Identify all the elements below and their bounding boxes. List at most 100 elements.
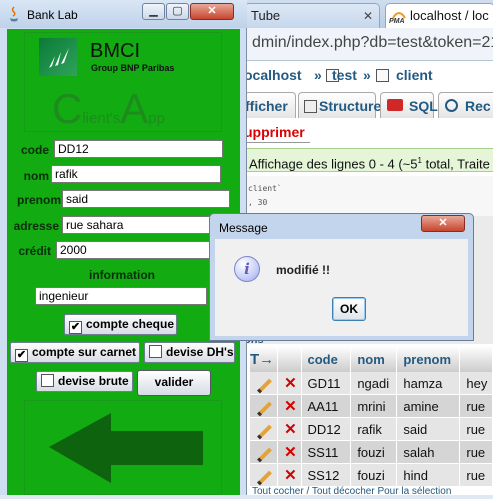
minimize-button[interactable]: ▁ <box>142 3 165 20</box>
results-table: T→ code nom prenom ✕ GD11 ngadi hamza hey ✕ AA… <box>250 346 493 487</box>
logo-box: BMCI Group BNP Paribas Client'sApp <box>24 32 222 132</box>
checkbox-checked-icon: ✔ <box>69 321 82 334</box>
compte-sur-carnet-checkbox[interactable]: ✔ compte sur carnet <box>10 342 140 363</box>
column-header-extra[interactable] <box>459 346 493 372</box>
cell-extra: rue <box>459 440 493 464</box>
checkbox-unchecked-icon <box>149 345 162 358</box>
tab-close-icon[interactable]: ✕ <box>363 4 373 28</box>
edit-cell[interactable] <box>250 417 279 441</box>
cell-nom: fouzi <box>350 440 398 464</box>
valider-button[interactable]: valider <box>137 370 211 396</box>
tab-afficher[interactable]: fficher <box>244 92 296 118</box>
code-field[interactable]: DD12 <box>54 140 223 158</box>
delete-icon[interactable]: ✕ <box>284 444 297 461</box>
cell-nom: fouzi <box>350 463 398 487</box>
breadcrumb-separator: » <box>314 67 322 83</box>
adresse-field[interactable]: rue sahara <box>62 216 229 234</box>
edit-cell[interactable] <box>250 463 279 487</box>
wordmark-c: C <box>52 85 83 132</box>
search-icon <box>445 99 458 112</box>
table-header-row: T→ code nom prenom <box>250 346 493 372</box>
devise-brute-checkbox[interactable]: devise brute <box>36 371 133 392</box>
prenom-field[interactable]: said <box>62 190 230 208</box>
window-title: Bank Lab <box>27 8 78 22</box>
bank-form-panel: BMCI Group BNP Paribas Client'sApp code … <box>7 29 240 495</box>
breadcrumb-server[interactable]: ocalhost <box>244 67 302 83</box>
sql-line: , 30 <box>248 198 268 207</box>
pencil-icon[interactable] <box>257 470 272 485</box>
compte-cheque-checkbox[interactable]: ✔ compte cheque <box>64 314 177 335</box>
delete-cell[interactable]: ✕ <box>277 440 302 464</box>
column-header-prenom[interactable]: prenom <box>396 346 461 372</box>
close-button[interactable]: ✕ <box>190 3 234 20</box>
information-field[interactable]: ingenieur <box>35 287 207 305</box>
tab-structure[interactable]: Structure <box>298 92 381 118</box>
maximize-button[interactable]: ▢ <box>166 3 189 20</box>
cell-prenom: hamza <box>396 372 461 395</box>
delete-icon[interactable]: ✕ <box>284 467 297 484</box>
sql-query-box: client` , 30 <box>244 176 493 216</box>
stars-icon <box>49 48 69 68</box>
delete-icon[interactable]: ✕ <box>284 375 297 392</box>
delete-cell[interactable]: ✕ <box>277 372 302 395</box>
ok-button[interactable]: OK <box>332 297 366 321</box>
nom-field[interactable]: rafik <box>51 165 221 183</box>
prenom-label: prenom <box>16 193 61 207</box>
blank-header <box>277 346 302 372</box>
back-arrow-button[interactable] <box>24 400 222 495</box>
devise-dh-checkbox[interactable]: devise DH's <box>144 342 235 363</box>
cell-prenom: salah <box>396 440 461 464</box>
tab-sql[interactable]: SQL <box>380 92 438 118</box>
cell-extra: rue <box>459 417 493 441</box>
information-label: information <box>89 268 155 282</box>
table-icon <box>376 69 389 82</box>
rows-info-message: Affichage des lignes 0 - 4 (~51 total, T… <box>244 148 493 172</box>
check-all-links[interactable]: Tout cocher / Tout décocher Pour la séle… <box>252 486 451 497</box>
wordmark-lient: lient's <box>82 110 121 127</box>
sql-icon <box>387 99 403 111</box>
delete-cell[interactable]: ✕ <box>277 394 302 418</box>
browser-tab-phpmyadmin[interactable]: PMA localhost / loc <box>385 3 493 28</box>
cell-nom: mrini <box>350 394 398 418</box>
breadcrumb-database[interactable]: test <box>332 67 357 83</box>
checkbox-unchecked-icon <box>41 374 54 387</box>
table-row: ✕ SS12 fouzi hind rue <box>250 463 493 487</box>
pencil-icon[interactable] <box>257 401 272 416</box>
adresse-label: adresse <box>13 219 59 233</box>
cell-code: SS11 <box>301 440 352 464</box>
dialog-close-button[interactable]: ✕ <box>421 215 465 232</box>
delete-cell[interactable]: ✕ <box>277 417 302 441</box>
cell-nom: ngadi <box>350 372 398 395</box>
credit-field[interactable]: 2000 <box>56 241 224 259</box>
pma-tab-bar: fficher Structure SQL Rec <box>244 92 493 120</box>
pencil-icon[interactable] <box>257 378 272 393</box>
url-text[interactable]: dmin/index.php?db=test&token=21 <box>252 34 493 52</box>
checkbox-label: compte cheque <box>86 317 175 331</box>
delete-cell[interactable]: ✕ <box>277 463 302 487</box>
delete-icon[interactable]: ✕ <box>284 398 297 415</box>
supprimer-link[interactable]: upprimer <box>244 124 310 143</box>
cell-prenom: said <box>396 417 461 441</box>
checkbox-label: devise DH's <box>166 345 234 359</box>
delete-icon[interactable]: ✕ <box>284 421 297 438</box>
breadcrumb-table[interactable]: client <box>396 67 433 83</box>
dialog-title: Message <box>219 221 268 235</box>
pencil-icon[interactable] <box>257 424 272 439</box>
cell-prenom: hind <box>396 463 461 487</box>
info-icon: i <box>234 256 260 282</box>
sort-arrows[interactable]: T→ <box>250 346 279 372</box>
edit-cell[interactable] <box>250 394 279 418</box>
column-header-code[interactable]: code <box>301 346 352 372</box>
edit-cell[interactable] <box>250 440 279 464</box>
browser-tab-youtube[interactable]: Tube ✕ <box>244 3 380 28</box>
edit-cell[interactable] <box>250 372 279 395</box>
pencil-icon[interactable] <box>257 447 272 462</box>
tab-rechercher[interactable]: Rec <box>438 92 493 118</box>
code-label: code <box>21 143 50 157</box>
cell-code: DD12 <box>301 417 352 441</box>
rows-info-text: Affichage des lignes 0 - 4 (~5 <box>249 156 418 172</box>
wordmark-a: A <box>120 85 149 132</box>
rows-info-rest: total, Traite <box>421 156 490 172</box>
column-header-nom[interactable]: nom <box>350 346 398 372</box>
credit-label: crédit <box>18 244 51 258</box>
